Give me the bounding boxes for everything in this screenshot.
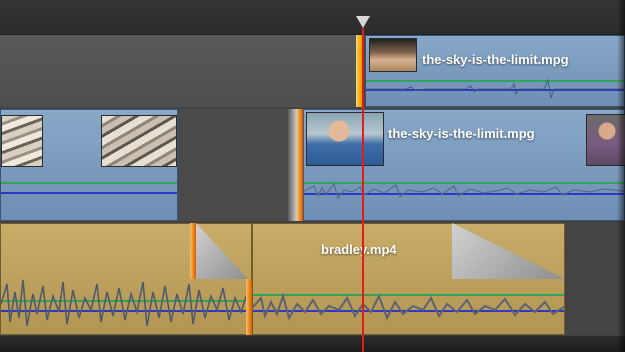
video-clip[interactable]: the-sky-is-the-limit.mpg: [365, 35, 625, 107]
audio-level-line: [1, 182, 177, 184]
empty-region: [178, 109, 296, 221]
playhead-triangle-icon[interactable]: [356, 16, 370, 28]
audio-clip[interactable]: [0, 223, 252, 335]
video-clip[interactable]: [0, 109, 178, 221]
trim-handle[interactable]: [190, 223, 196, 279]
video-clip[interactable]: the-sky-is-the-limit.mpg: [303, 109, 625, 221]
audio-clip[interactable]: bradley.mp4: [252, 223, 565, 335]
audio-pan-line: [1, 192, 177, 194]
empty-region: [565, 223, 625, 335]
clip-title: bradley.mp4: [321, 242, 397, 257]
clip-thumbnail: [369, 38, 417, 72]
timeline-track-2: the-sky-is-the-limit.mpg: [0, 109, 625, 221]
timeline-scrollbar[interactable]: [0, 336, 625, 352]
timeline-track-3: bradley.mp4: [0, 223, 625, 335]
clip-thumbnail: [101, 115, 177, 167]
clip-title: the-sky-is-the-limit.mpg: [422, 52, 569, 67]
video-timeline: the-sky-is-the-limit.mpg the-sky-is-the-…: [0, 0, 625, 352]
audio-waveform: [366, 78, 624, 99]
clip-thumbnail: [586, 114, 625, 166]
timeline-track-1: the-sky-is-the-limit.mpg: [0, 35, 625, 107]
audio-waveform: [253, 292, 564, 321]
playhead-line[interactable]: [362, 28, 364, 352]
clip-title: the-sky-is-the-limit.mpg: [388, 126, 535, 141]
clip-thumbnail: [306, 112, 384, 166]
audio-waveform: [304, 182, 624, 200]
transition-shade: [288, 109, 297, 221]
clip-thumbnail: [1, 115, 43, 167]
empty-region: [0, 35, 356, 107]
audio-waveform: [1, 279, 251, 327]
timeline-ruler[interactable]: [0, 0, 625, 35]
